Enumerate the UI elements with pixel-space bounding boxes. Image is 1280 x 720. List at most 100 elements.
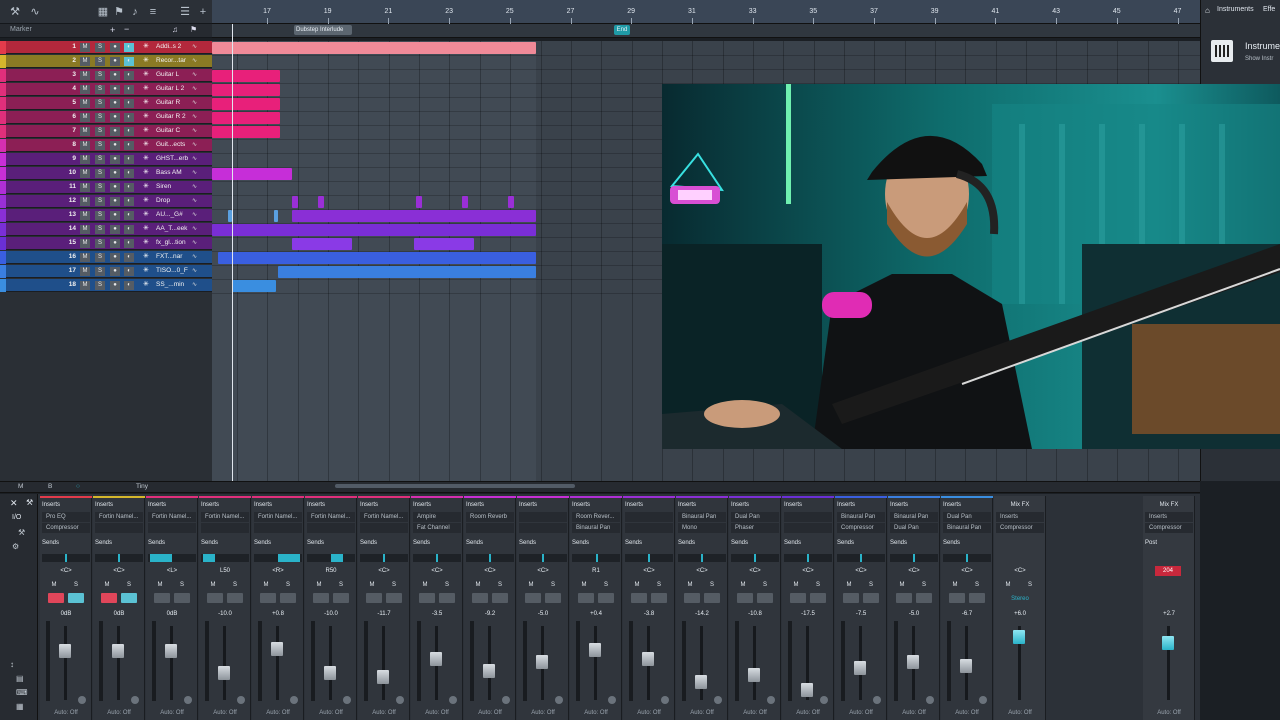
record-arm-button[interactable] <box>366 593 382 603</box>
volume-fader[interactable] <box>907 655 919 669</box>
monitor-button[interactable]: ◐ <box>124 141 134 150</box>
solo-button[interactable]: S <box>1020 580 1040 590</box>
mute-button[interactable]: M <box>839 580 859 590</box>
bars-icon[interactable]: ≡ <box>146 5 160 19</box>
monitor-button[interactable]: ◐ <box>124 57 134 66</box>
insert-slot[interactable] <box>95 523 143 533</box>
pan-value[interactable]: <C> <box>466 566 514 576</box>
grid-icon[interactable]: ▦ <box>96 5 110 19</box>
volume-value[interactable]: -14.2 <box>678 609 726 619</box>
insert-slot[interactable]: Binaural Pan <box>890 512 938 522</box>
pan-value[interactable]: <C> <box>837 566 885 576</box>
insert-slot[interactable]: Binaural Pan <box>678 512 726 522</box>
monitor-button[interactable]: ◐ <box>124 43 134 52</box>
sends-label[interactable]: Sends <box>890 538 938 548</box>
track-row[interactable]: 4 M S ● ◐ ✳ Guitar L 2 ∿ <box>0 83 212 96</box>
inserts-label[interactable]: Inserts <box>201 500 249 510</box>
audio-clip[interactable] <box>212 126 280 138</box>
instrument-icon[interactable]: ✳ <box>143 140 149 148</box>
volume-fader[interactable] <box>854 660 866 675</box>
instrument-icon[interactable]: ✳ <box>143 238 149 246</box>
mute-button[interactable]: M <box>80 239 90 248</box>
solo-button[interactable]: S <box>95 253 105 262</box>
insert-slot[interactable] <box>254 523 302 533</box>
sends-label[interactable]: Sends <box>413 538 461 548</box>
mute-button[interactable]: M <box>80 71 90 80</box>
audio-clip[interactable] <box>292 238 352 250</box>
tab-instruments[interactable]: Instruments <box>1217 6 1254 13</box>
instrument-icon[interactable]: ✳ <box>143 84 149 92</box>
monitor-button[interactable] <box>386 593 402 603</box>
insert-slot[interactable]: Binaural Pan <box>943 523 991 533</box>
volume-value[interactable]: +0.4 <box>572 609 620 619</box>
fader-lock-icon[interactable] <box>873 696 881 704</box>
fader-lock-icon[interactable] <box>396 696 404 704</box>
horizontal-scrollbar[interactable] <box>335 484 575 488</box>
section-marker[interactable]: Dubstep Interlude <box>294 25 352 35</box>
pan-slider[interactable] <box>572 554 620 562</box>
pan-slider[interactable] <box>413 554 461 562</box>
volume-fader[interactable] <box>748 667 760 682</box>
inserts-label[interactable]: Inserts <box>519 500 567 510</box>
instrument-icon[interactable]: ✳ <box>143 70 149 78</box>
track-name[interactable]: Recor...tar <box>156 57 192 64</box>
inserts-label[interactable]: Inserts <box>466 500 514 510</box>
solo-button[interactable]: S <box>95 197 105 206</box>
volume-fader[interactable] <box>589 643 601 658</box>
mute-button[interactable]: M <box>80 113 90 122</box>
mute-button[interactable]: M <box>80 197 90 206</box>
layout-icon[interactable]: ▤ <box>16 674 24 683</box>
instrument-icon[interactable]: ✳ <box>143 154 149 162</box>
insert-slot[interactable]: Compressor <box>42 523 90 533</box>
solo-button[interactable]: S <box>702 580 722 590</box>
volume-value[interactable]: +6.0 <box>996 609 1044 619</box>
insert-slot[interactable]: Fortin Namel... <box>307 512 355 522</box>
instrument-icon[interactable]: ✳ <box>143 168 149 176</box>
pan-slider[interactable] <box>678 554 726 562</box>
fader-track[interactable] <box>382 626 385 700</box>
solo-button[interactable]: S <box>225 580 245 590</box>
record-button[interactable]: ● <box>110 253 120 262</box>
record-arm-button[interactable] <box>48 593 64 603</box>
solo-button[interactable]: S <box>95 127 105 136</box>
automation-mode[interactable]: Auto: Off <box>360 708 408 718</box>
volume-value[interactable]: -9.2 <box>466 609 514 619</box>
mute-button[interactable]: M <box>680 580 700 590</box>
fader-track[interactable] <box>276 626 279 700</box>
post-label[interactable]: Post <box>1145 538 1193 548</box>
volume-value[interactable]: -5.0 <box>519 609 567 619</box>
pan-value[interactable]: R50 <box>307 566 355 576</box>
fader-lock-icon[interactable] <box>555 696 563 704</box>
status-b[interactable]: B <box>48 483 52 490</box>
track-name[interactable]: Guitar L <box>156 71 192 78</box>
flag-icon[interactable]: ⚑ <box>190 25 197 34</box>
track-row[interactable]: 14 M S ● ◐ ✳ AA_T...eek ∿ <box>0 223 212 236</box>
solo-button[interactable]: S <box>95 225 105 234</box>
monitor-button[interactable]: ◐ <box>124 155 134 164</box>
volume-value[interactable]: -10.0 <box>201 609 249 619</box>
record-button[interactable]: ● <box>110 141 120 150</box>
automation-mode[interactable]: Auto: Off <box>519 708 567 718</box>
pan-value[interactable]: <C> <box>625 566 673 576</box>
record-button[interactable]: ● <box>110 225 120 234</box>
track-row[interactable]: 12 M S ● ◐ ✳ Drop ∿ <box>0 195 212 208</box>
automation-mode[interactable]: Auto: Off <box>413 708 461 718</box>
insert-slot[interactable]: Fortin Namel... <box>95 512 143 522</box>
audio-clip[interactable] <box>292 196 298 208</box>
record-arm-button[interactable] <box>260 593 276 603</box>
solo-button[interactable]: S <box>95 183 105 192</box>
monitor-button[interactable] <box>704 593 720 603</box>
pan-slider[interactable] <box>466 554 514 562</box>
track-row[interactable]: 2 M S ● ◐ ✳ Recor...tar ∿ <box>0 55 212 68</box>
monitor-button[interactable] <box>863 593 879 603</box>
flag-icon[interactable]: ⚑ <box>112 5 126 19</box>
solo-button[interactable]: S <box>95 141 105 150</box>
pan-slider[interactable] <box>95 554 143 562</box>
insert-slot[interactable]: Compressor <box>837 523 885 533</box>
tool-icon[interactable]: ⚒ <box>18 528 25 537</box>
pan-slider[interactable] <box>42 554 90 562</box>
pan-value[interactable]: <C> <box>413 566 461 576</box>
monitor-button[interactable] <box>439 593 455 603</box>
fader-track[interactable] <box>223 626 226 700</box>
sends-label[interactable]: Sends <box>731 538 779 548</box>
